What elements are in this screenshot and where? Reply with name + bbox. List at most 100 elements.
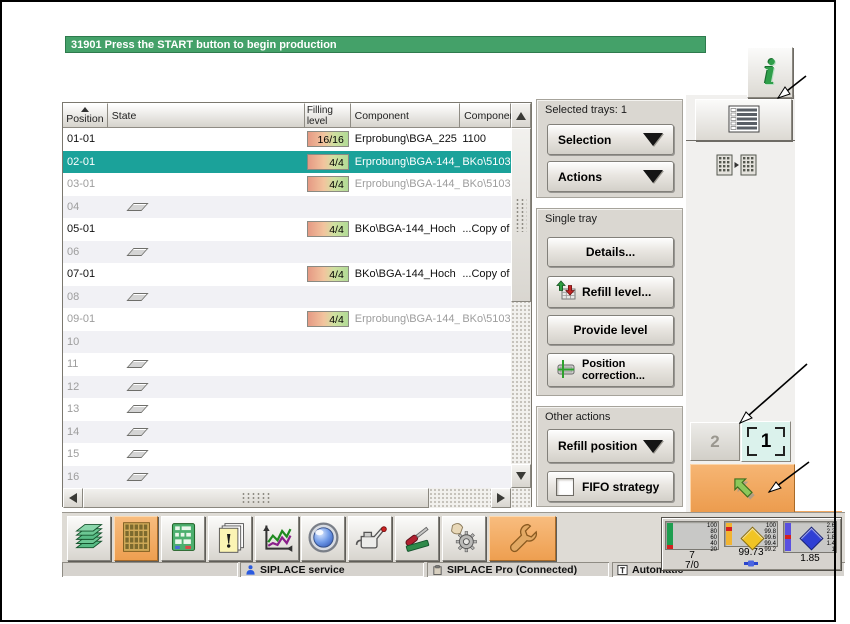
vertical-scrollbar[interactable] <box>511 128 532 488</box>
cell-component <box>351 286 461 309</box>
cell-filling-level: 4/4 <box>305 308 351 331</box>
tray-grid-icon <box>118 519 155 559</box>
cell-component-2 <box>460 331 511 354</box>
filling-level-badge: 4/4 <box>306 311 349 328</box>
actions-dropdown[interactable]: Actions <box>547 161 674 192</box>
page-2-button[interactable]: 2 <box>690 422 740 461</box>
horizontal-scroll-thumb[interactable] <box>82 488 430 508</box>
list-view-button[interactable] <box>695 99 792 141</box>
cell-position: 12 <box>67 380 80 393</box>
svg-text:!: ! <box>224 531 232 552</box>
selection-dropdown[interactable]: Selection <box>547 124 674 155</box>
fifo-checkbox[interactable] <box>556 477 574 496</box>
camera-icon <box>305 519 342 559</box>
empty-tray-icon <box>126 247 149 256</box>
table-row[interactable]: 10 <box>63 330 512 354</box>
horizontal-scrollbar[interactable] <box>63 488 531 508</box>
tray-pair-icon <box>714 150 760 183</box>
cell-component <box>351 196 461 219</box>
cell-component <box>351 443 461 466</box>
provide-level-button[interactable]: Provide level <box>547 315 674 345</box>
cell-filling-level: 4/4 <box>305 218 351 241</box>
page-1-button[interactable]: 1 <box>741 421 791 462</box>
empty-tray-icon <box>126 292 149 301</box>
gauge-ticks: 2.6 2.2 1.8 1.4 1 <box>826 523 835 554</box>
table-row[interactable]: 05-01 4/4 BKo\BGA-144_Hoch ...Copy of 51 <box>63 218 512 241</box>
scroll-down-button[interactable] <box>511 464 532 488</box>
position-correction-icon <box>555 358 577 383</box>
toolbar-repair-tool-button[interactable] <box>395 516 439 561</box>
column-header-state[interactable]: State <box>107 103 305 128</box>
cell-state <box>108 241 305 264</box>
performance-gauges: 100 80 60 40 20 7 7/0 100 99.8 99.6 99.4 99.2 99.73 … <box>661 517 842 571</box>
toolbar-setup-wrench-button[interactable] <box>489 516 556 561</box>
table-row[interactable]: 07-01 4/4 BKo\BGA-144_Hoch ...Copy of 51 <box>63 263 512 286</box>
arrow-down-icon <box>516 472 527 480</box>
toolbar-manual-service-button[interactable] <box>442 516 486 561</box>
toolbar-pcb-board-button[interactable] <box>161 516 205 561</box>
cell-component-2 <box>460 241 511 264</box>
message-bar: 31901 Press the START button to begin pr… <box>65 36 706 53</box>
gauge-diamond-icon <box>740 526 765 551</box>
fifo-strategy-toggle[interactable]: FIFO strategy <box>547 471 674 502</box>
back-button[interactable] <box>690 464 795 513</box>
table-row[interactable]: 02-01 4/4 Erprobung\BGA-144_1 BKo\5103 <box>63 150 512 173</box>
scroll-right-button[interactable] <box>491 488 512 508</box>
scroll-left-button[interactable] <box>63 488 83 508</box>
toolbar-camera-button[interactable] <box>301 516 345 561</box>
toolbar-error-log-button[interactable]: ! <box>208 516 252 561</box>
cell-position: 08 <box>67 290 80 303</box>
table-row[interactable]: 12 <box>63 375 512 399</box>
table-row[interactable]: 03-01 4/4 Erprobung\BGA-144_2 BKo\5103 <box>63 173 512 196</box>
column-header-component-2[interactable]: Component <box>460 103 518 128</box>
refill-position-dropdown[interactable]: Refill position <box>547 429 674 463</box>
cell-component: BKo\BGA-144_Hoch <box>354 223 456 236</box>
table-row[interactable]: 14 <box>63 420 512 444</box>
toolbar-oil-can-button[interactable] <box>348 516 392 561</box>
column-header-position[interactable]: Position <box>63 103 108 128</box>
cell-component <box>351 398 461 421</box>
scroll-grip-dots <box>241 492 272 504</box>
t-icon <box>617 564 628 576</box>
cell-position: 05-01 <box>67 223 96 236</box>
table-row[interactable]: 04 <box>63 195 512 219</box>
empty-tray-icon <box>126 360 149 369</box>
table-row[interactable]: 16 <box>63 465 512 488</box>
column-header-filling-level[interactable]: Filling level <box>304 103 351 128</box>
table-row[interactable]: 09-01 4/4 Erprobung\BGA-144_3 BKo\5103 <box>63 308 512 331</box>
toolbar-tray-stack-button[interactable] <box>67 516 111 561</box>
info-button[interactable]: i <box>747 47 793 98</box>
cell-state <box>108 173 305 196</box>
tray-view-indicator[interactable] <box>712 150 762 182</box>
vertical-scroll-thumb[interactable] <box>511 128 532 302</box>
position-correction-button[interactable]: Position correction... <box>547 353 674 387</box>
table-row[interactable]: 11 <box>63 353 512 376</box>
column-header-component[interactable]: Component <box>350 103 461 128</box>
cell-state <box>108 263 305 286</box>
refill-level-button[interactable]: Refill level... <box>547 276 674 308</box>
cell-position: 13 <box>67 403 80 416</box>
details-button[interactable]: Details... <box>547 237 674 267</box>
user-icon <box>245 564 256 576</box>
cell-position: 07-01 <box>67 268 96 281</box>
cell-component-2 <box>460 196 511 219</box>
cell-component-2: ...Copy of 51 <box>462 223 511 236</box>
toolbar-tray-grid-button[interactable] <box>114 516 158 561</box>
table-row[interactable]: 08 <box>63 285 512 309</box>
cell-position: 15 <box>67 448 80 461</box>
table-row[interactable]: 06 <box>63 240 512 264</box>
horizontal-scroll-track[interactable] <box>429 488 492 508</box>
empty-tray-icon <box>126 405 149 414</box>
table-row[interactable]: 15 <box>63 443 512 466</box>
cell-position: 14 <box>67 425 80 438</box>
empty-tray-icon <box>126 450 149 459</box>
cell-component-2: BKo\5103 <box>462 313 511 326</box>
table-row[interactable]: 13 <box>63 398 512 421</box>
cell-component <box>351 376 461 399</box>
toolbar-statistics-button[interactable] <box>255 516 299 561</box>
table-row[interactable]: 01-01 16/16 Erprobung\BGA_225 1100 <box>63 128 512 151</box>
scroll-up-button[interactable] <box>511 103 531 128</box>
selection-corner-mark <box>747 427 757 437</box>
cell-component <box>351 421 461 444</box>
cell-filling-level: 16/16 <box>305 128 351 151</box>
